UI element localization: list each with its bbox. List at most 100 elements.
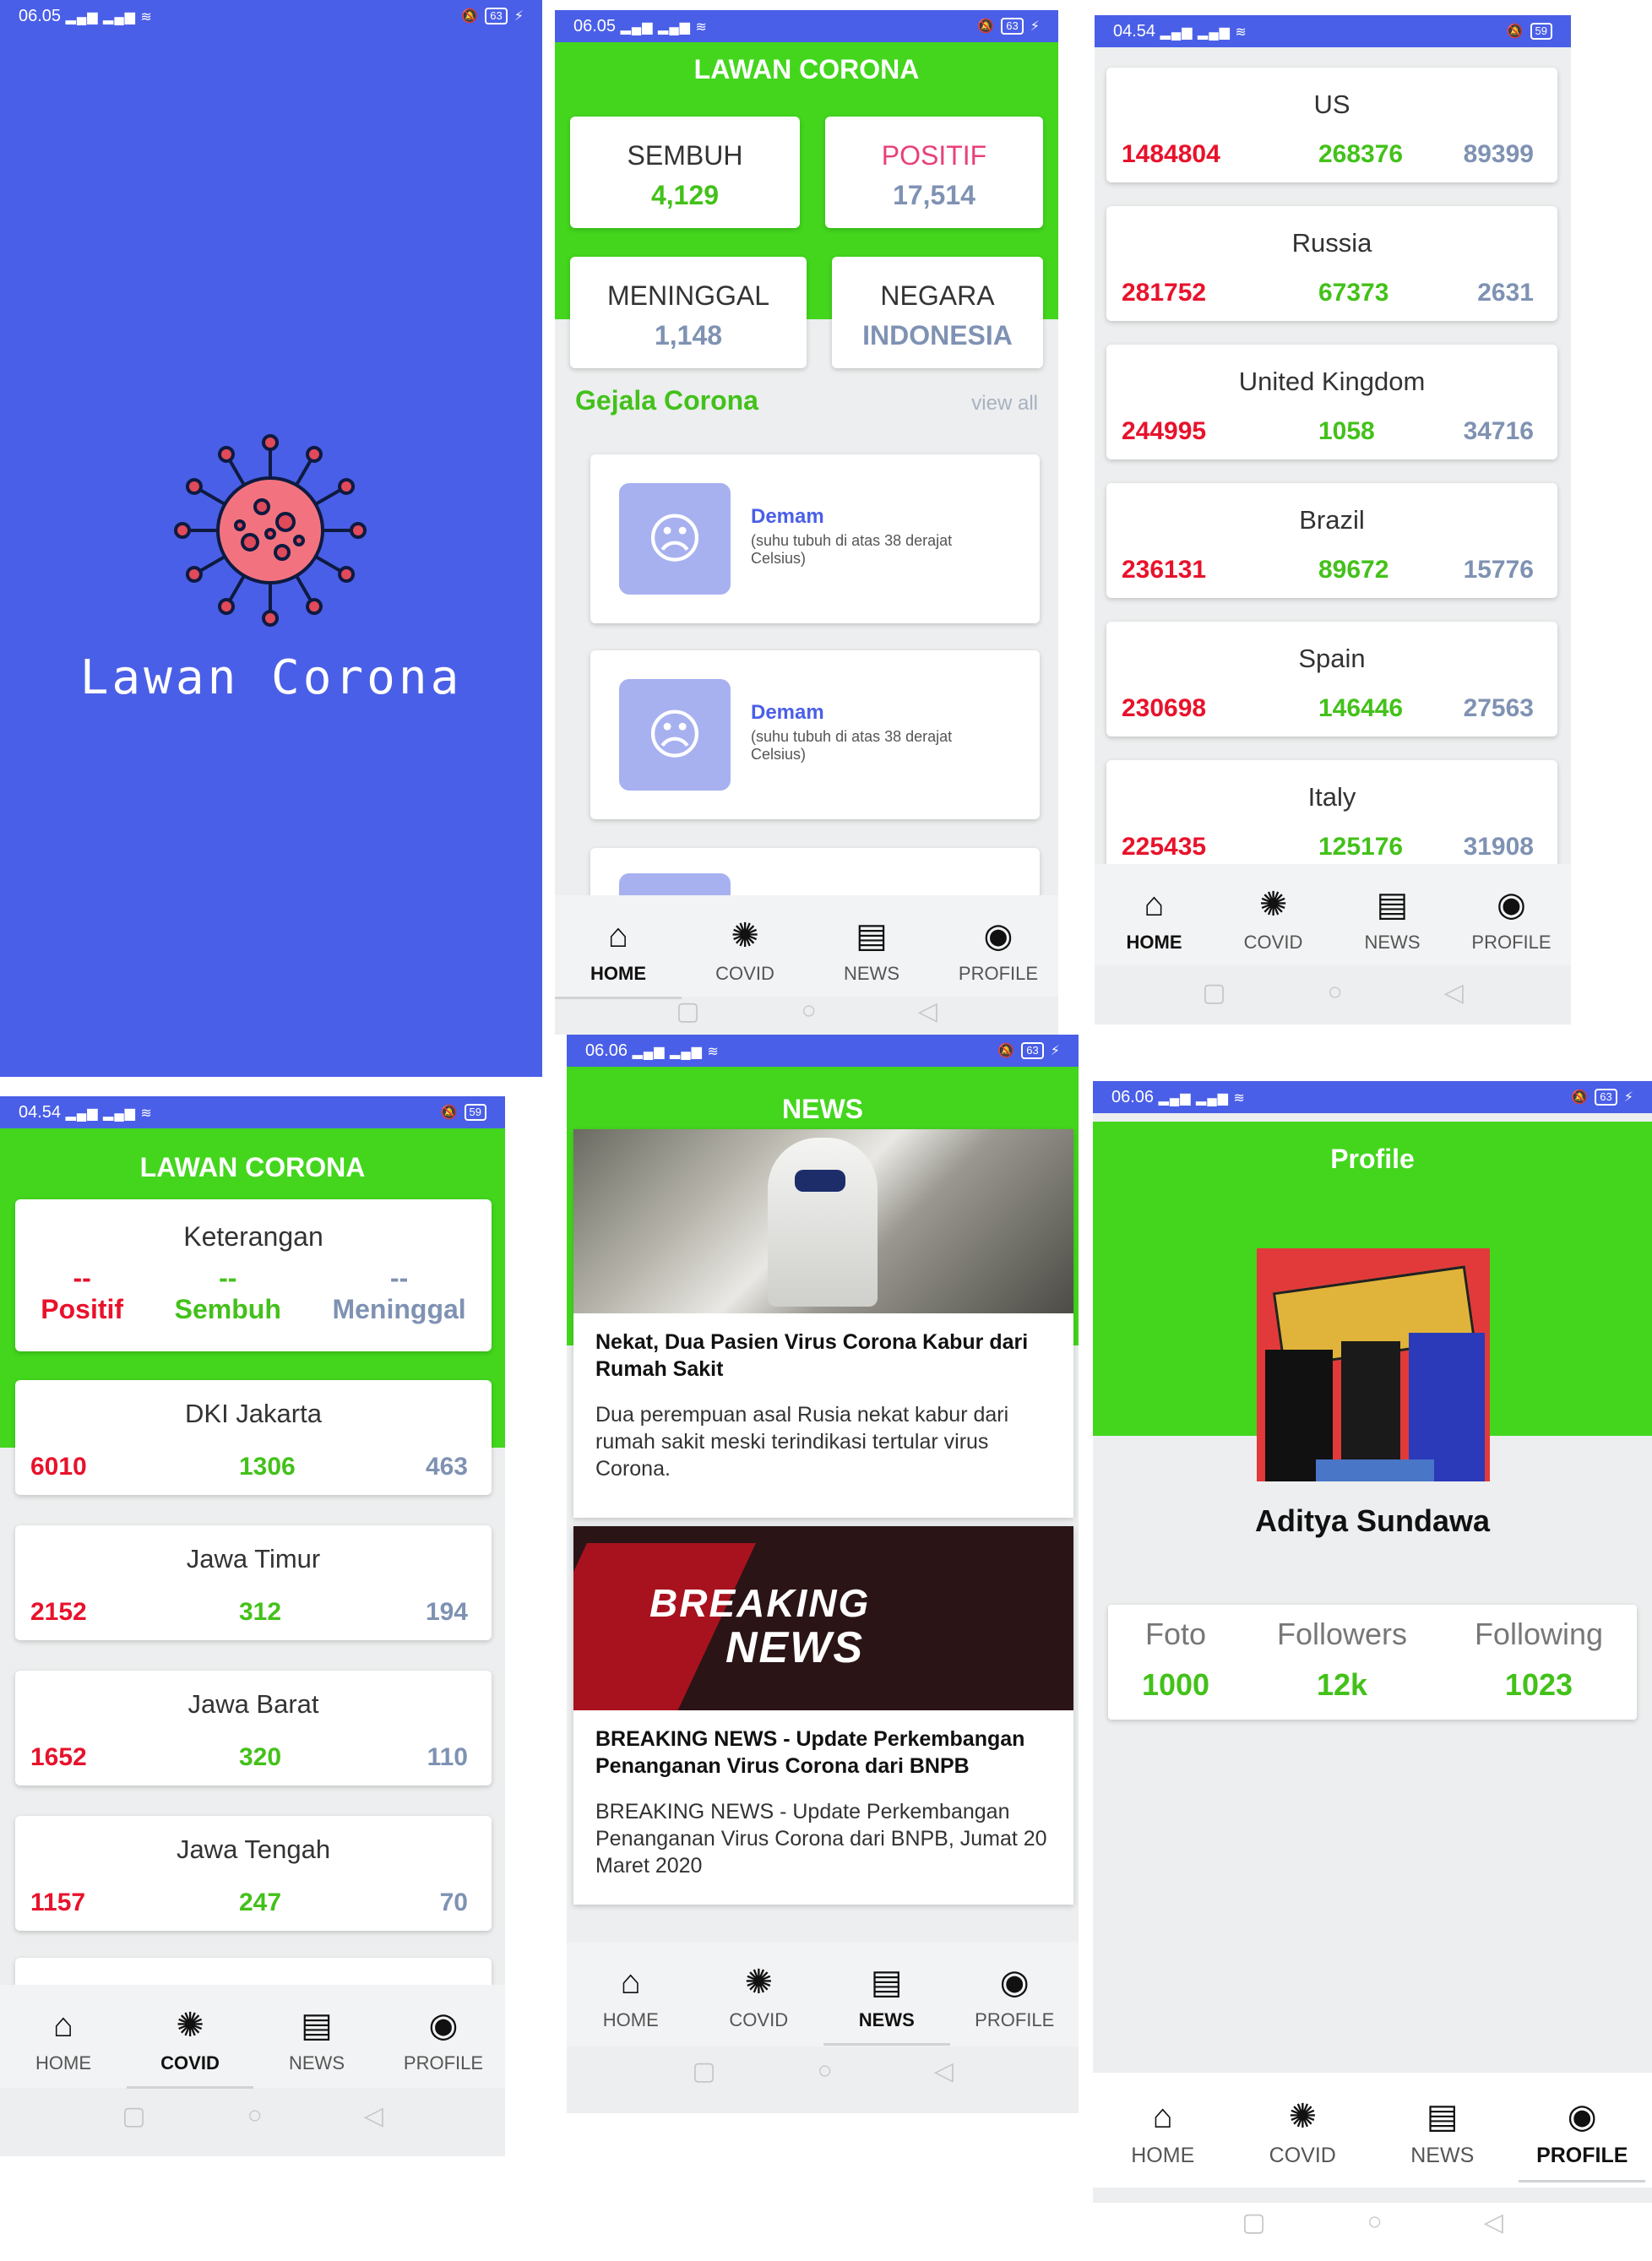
meninggal-count: 110: [427, 1743, 468, 1771]
province-card[interactable]: Jawa Timur 2152 312 194: [15, 1525, 492, 1640]
nav-news[interactable]: ▤ NEWS: [808, 916, 935, 997]
nav-home[interactable]: ⌂ HOME: [1095, 884, 1214, 965]
home-button-icon[interactable]: ○: [247, 2101, 263, 2131]
virus-icon: ✺: [731, 917, 759, 954]
news-screen: 06.06 ▂▄▆ ▂▄▆ ≋ 🔕 63 ⚡ NEWS Nekat, Dua Pa…: [567, 1035, 1079, 2113]
back-icon[interactable]: ◁: [918, 997, 937, 1026]
back-icon[interactable]: ◁: [364, 2101, 383, 2131]
app-title: LAWAN CORONA: [139, 1152, 366, 1182]
country-name: Russia: [1291, 228, 1372, 258]
nav-profile[interactable]: ◉ PROFILE: [380, 2005, 505, 2088]
nav-home[interactable]: ⌂ HOME: [567, 1962, 695, 2046]
province-card[interactable]: Jawa Tengah 1157 247 70: [15, 1816, 492, 1931]
stat-following[interactable]: Following 1023: [1475, 1605, 1603, 1720]
nav-profile[interactable]: ◉ PROFILE: [951, 1962, 1079, 2046]
stat-foto[interactable]: Foto 1000: [1142, 1605, 1209, 1720]
sembuh-count: 1058: [1318, 417, 1375, 445]
nav-home[interactable]: ⌂ HOME: [1093, 2096, 1233, 2188]
virus-icon: ✺: [744, 1964, 773, 2001]
country-card[interactable]: Italy 225435 125176 31908: [1106, 760, 1557, 875]
positif-count: 1484804: [1122, 140, 1220, 168]
stat-card-positif[interactable]: POSITIF 17,514: [825, 117, 1043, 228]
news-photo: [573, 1129, 1073, 1313]
province-card[interactable]: Jawa Barat 1652 320 110: [15, 1671, 492, 1785]
user-circle-icon: ◉: [983, 917, 1013, 954]
positif-count: 244995: [1122, 417, 1207, 445]
stat-card-sembuh[interactable]: SEMBUH 4,129: [570, 117, 800, 228]
home-icon: ⌂: [620, 1964, 641, 2001]
home-button-icon[interactable]: ○: [1328, 978, 1343, 1008]
nav-home[interactable]: ⌂ HOME: [555, 916, 682, 999]
nav-news[interactable]: ▤ NEWS: [1333, 884, 1452, 965]
fever-face-icon: ☹: [619, 679, 731, 791]
nav-news[interactable]: ▤ NEWS: [253, 2005, 380, 2088]
home-button-icon[interactable]: ○: [818, 2057, 833, 2086]
country-card[interactable]: US 1484804 268376 89399: [1106, 68, 1557, 182]
country-card[interactable]: Brazil 236131 89672 15776: [1106, 483, 1557, 598]
nav-profile[interactable]: ◉ PROFILE: [1452, 884, 1571, 965]
avatar[interactable]: [1257, 1248, 1490, 1481]
back-icon[interactable]: ◁: [1444, 978, 1464, 1008]
nav-news[interactable]: ▤ NEWS: [1372, 2096, 1513, 2188]
nav-profile[interactable]: ◉ PROFILE: [935, 916, 1058, 997]
recent-apps-icon[interactable]: ▢: [1202, 978, 1225, 1008]
profile-stats-card: Foto 1000 Followers 12k Following 1023: [1108, 1605, 1637, 1720]
recent-apps-icon[interactable]: ▢: [1242, 2208, 1265, 2261]
nav-covid[interactable]: ✺ COVID: [695, 1962, 823, 2046]
country-card[interactable]: Russia 281752 67373 2631: [1106, 206, 1557, 321]
provinces-screen: 04.54 ▂▄▆ ▂▄▆ ≋ 🔕 59 LAWAN CORONA Keteran…: [0, 1096, 505, 2156]
recent-apps-icon[interactable]: ▢: [122, 2101, 145, 2131]
splash-screen: 06.05 ▂▄▆ ▂▄▆ ≋ 🔕 63 ⚡ Lawan Corona: [0, 0, 542, 1077]
province-card[interactable]: DKI Jakarta 6010 1306 463: [15, 1380, 492, 1495]
newspaper-icon: ▤: [301, 2007, 333, 2044]
sembuh-count: 247: [239, 1889, 282, 1916]
symptom-card[interactable]: ☹ Demam (suhu tubuh di atas 38 derajat C…: [590, 454, 1040, 623]
newspaper-icon: ▤: [1376, 886, 1409, 923]
meninggal-count: 2631: [1477, 279, 1534, 307]
nav-profile[interactable]: ◉ PROFILE: [1513, 2096, 1652, 2188]
home-button-icon[interactable]: ○: [1367, 2208, 1383, 2261]
country-name: United Kingdom: [1238, 367, 1426, 396]
positif-count: 225435: [1122, 833, 1207, 861]
country-card[interactable]: United Kingdom 244995 1058 34716: [1106, 345, 1557, 459]
home-icon: ⌂: [1152, 2098, 1173, 2135]
nav-covid[interactable]: ✺ COVID: [127, 2005, 253, 2089]
bottom-nav: ⌂ HOME ✺ COVID ▤ NEWS ◉ PROFILE: [567, 1942, 1079, 2046]
meninggal-count: 34716: [1463, 417, 1534, 445]
back-icon[interactable]: ◁: [934, 2057, 954, 2086]
recent-apps-icon[interactable]: ▢: [692, 2057, 715, 2086]
user-circle-icon: ◉: [1497, 886, 1526, 923]
positif-count: 1157: [30, 1889, 86, 1916]
recent-apps-icon[interactable]: ▢: [676, 997, 699, 1026]
home-button-icon[interactable]: ○: [802, 997, 817, 1026]
news-card[interactable]: Nekat, Dua Pasien Virus Corona Kabur dar…: [573, 1129, 1073, 1518]
back-icon[interactable]: ◁: [1484, 2208, 1503, 2261]
nav-covid[interactable]: ✺ COVID: [1233, 2096, 1373, 2188]
view-all-link[interactable]: view all: [971, 392, 1038, 416]
sembuh-count: 125176: [1318, 833, 1404, 861]
province-name: DKI Jakarta: [185, 1399, 322, 1428]
app-title: LAWAN CORONA: [693, 54, 920, 84]
nav-covid[interactable]: ✺ COVID: [682, 916, 808, 997]
breaking-news-banner: BREAKING NEWS: [573, 1526, 1073, 1710]
nav-home[interactable]: ⌂ HOME: [0, 2005, 127, 2088]
system-nav: ▢ ○ ◁: [1095, 978, 1571, 1008]
bottom-nav: ⌂ HOME ✺ COVID ▤ NEWS ◉ PROFILE: [555, 895, 1058, 999]
stat-card-meninggal[interactable]: MENINGGAL 1,148: [570, 257, 807, 368]
status-bar: 04.54 ▂▄▆ ▂▄▆ ≋ 🔕 59: [0, 1096, 505, 1128]
status-bar: 06.06 ▂▄▆ ▂▄▆ ≋ 🔕 63 ⚡: [1093, 1081, 1652, 1113]
bottom-nav: ⌂ HOME ✺ COVID ▤ NEWS ◉ PROFILE: [1093, 2073, 1652, 2188]
stat-card-negara[interactable]: NEGARA INDONESIA: [832, 257, 1043, 368]
status-bar: 06.05 ▂▄▆ ▂▄▆ ≋ 🔕 63 ⚡: [555, 10, 1058, 42]
nav-news[interactable]: ▤ NEWS: [823, 1962, 951, 2046]
stat-followers[interactable]: Followers 12k: [1277, 1605, 1407, 1720]
news-card[interactable]: BREAKING NEWS BREAKING NEWS - Update Per…: [573, 1526, 1073, 1905]
symptom-card[interactable]: ☹ Demam (suhu tubuh di atas 38 derajat C…: [590, 650, 1040, 819]
positif-count: 6010: [30, 1453, 87, 1481]
country-card[interactable]: Spain 230698 146446 27563: [1106, 622, 1557, 736]
nav-covid[interactable]: ✺ COVID: [1214, 884, 1333, 965]
system-nav: ▢ ○ ◁: [0, 2101, 505, 2131]
positif-count: 236131: [1122, 556, 1207, 584]
positif-count: 2152: [30, 1598, 87, 1626]
sembuh-count: 89672: [1318, 556, 1389, 584]
